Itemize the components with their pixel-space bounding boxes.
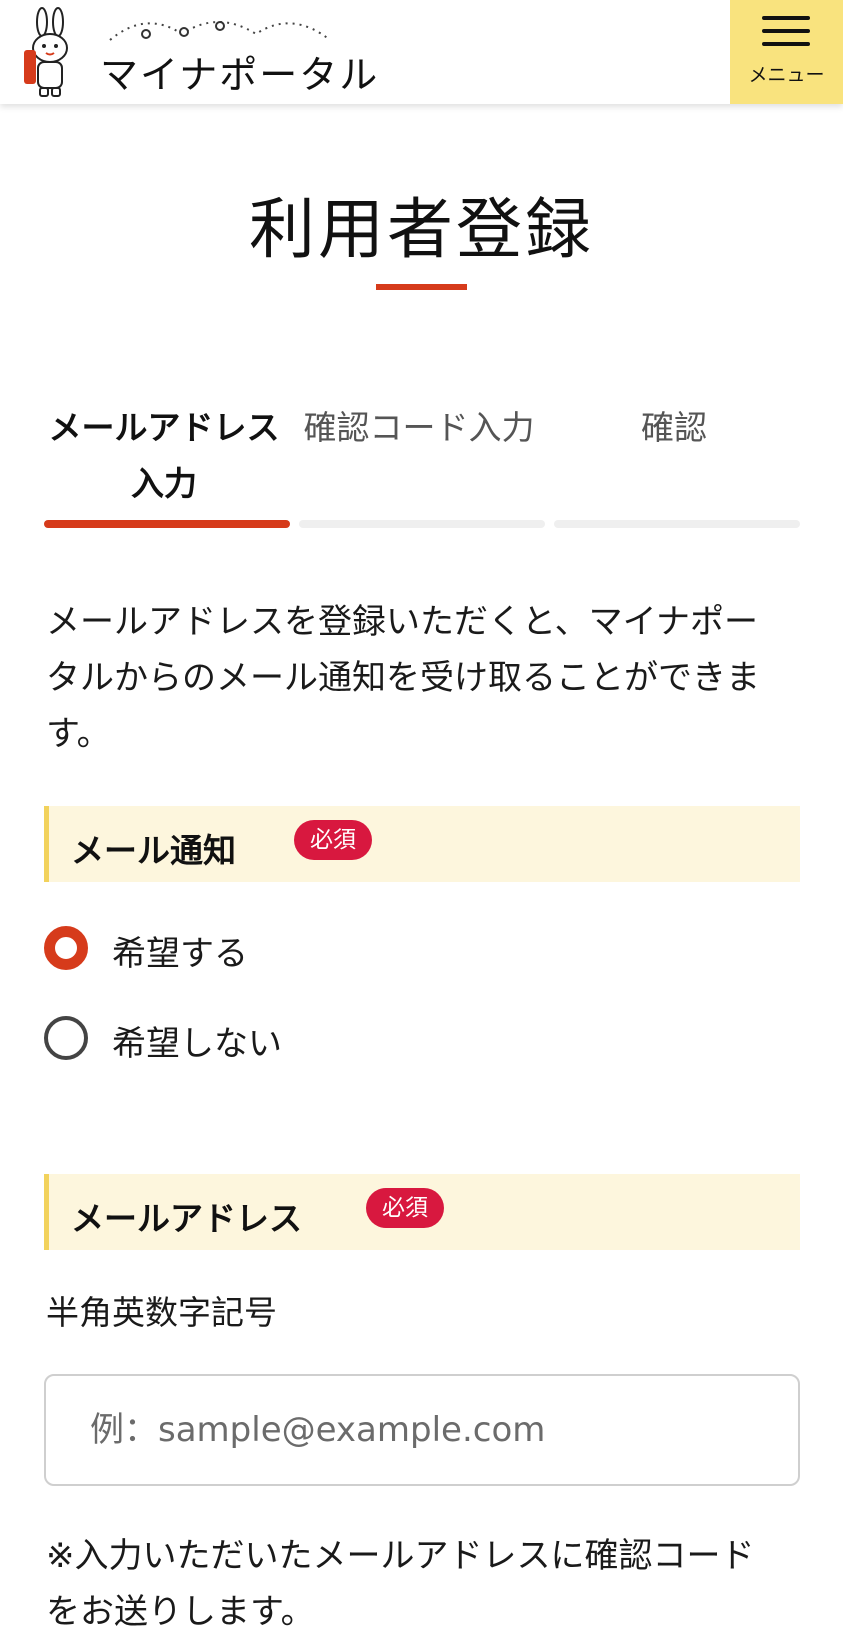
hamburger-icon [762, 16, 810, 48]
step-confirm: 確認 [641, 408, 707, 447]
email-field[interactable] [44, 1374, 800, 1486]
logo-dotted-arc-icon [109, 21, 331, 41]
step-progress-pending [299, 520, 545, 528]
section-title: メール通知 [71, 831, 236, 870]
page-title: 利用者登録 [249, 191, 594, 268]
menu-button[interactable]: メニュー [730, 0, 843, 104]
mascot-rabbit-icon [24, 7, 68, 97]
radio-label: 希望する [112, 934, 248, 974]
confirmation-code-note: ※入力いただいたメールアドレスに確認コードをお送りします。 [46, 1536, 755, 1632]
step-progress-current [44, 520, 290, 528]
step-confirm-code: 確認コード入力 [303, 408, 535, 447]
menu-label: メニュー [748, 64, 825, 86]
title-underline [376, 284, 467, 290]
app-header: マイナポータル メニュー [0, 0, 843, 104]
radio-label: 希望しない [112, 1024, 282, 1064]
logo-text: マイナポータル [100, 53, 380, 97]
intro-text: メールアドレスを登録いただくと、マイナポータルからのメール通知を受け取ることがで… [46, 602, 760, 754]
required-badge: 必須 [366, 1188, 444, 1228]
email-format-note: 半角英数字記号 [46, 1293, 277, 1332]
step-progress-pending [554, 520, 800, 528]
section-title: メールアドレス [71, 1199, 302, 1238]
radio-unselected-icon[interactable] [44, 1016, 88, 1060]
mail-notification-heading: メール通知 必須 [44, 806, 800, 882]
email-address-heading: メールアドレス 必須 [44, 1174, 800, 1250]
required-badge: 必須 [294, 820, 372, 860]
step-email-input: メールアドレス入力 [48, 408, 280, 503]
radio-selected-icon[interactable] [44, 926, 88, 970]
myna-portal-logo[interactable]: マイナポータル [14, 6, 377, 98]
